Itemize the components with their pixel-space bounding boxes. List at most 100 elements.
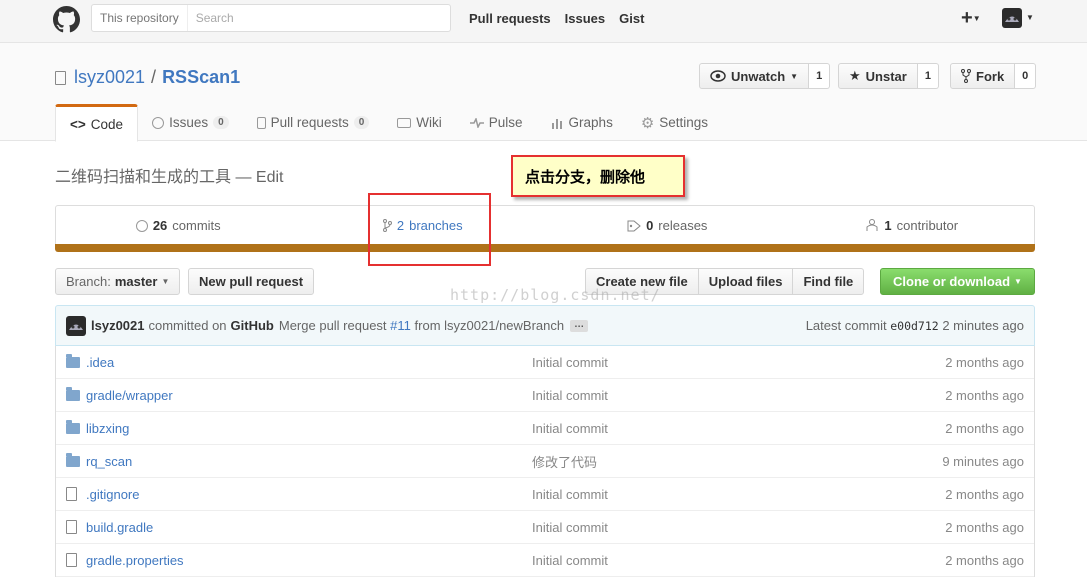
tab-graphs[interactable]: Graphs xyxy=(537,104,627,141)
repo-title: lsyz0021 / RSScan1 xyxy=(55,67,240,88)
user-avatar[interactable] xyxy=(1002,8,1022,28)
table-row: build.gradle Initial commit 2 months ago xyxy=(56,511,1034,544)
issue-icon xyxy=(152,116,165,129)
file-commit-message[interactable]: 修改了代码 xyxy=(532,452,597,471)
repo-icon xyxy=(55,70,66,85)
file-commit-message[interactable]: Initial commit xyxy=(532,421,608,436)
file-commit-age: 2 months ago xyxy=(945,420,1024,436)
committer-name[interactable]: lsyz0021 xyxy=(91,318,145,333)
clone-download-button[interactable]: Clone or download ▼ xyxy=(880,268,1035,295)
pulse-icon xyxy=(469,117,484,128)
nav-gist[interactable]: Gist xyxy=(619,11,644,26)
file-name-link[interactable]: gradle/wrapper xyxy=(86,388,173,403)
find-file-button[interactable]: Find file xyxy=(792,268,865,295)
releases-link[interactable]: 0 releases xyxy=(545,206,790,245)
avatar-image-icon xyxy=(1005,16,1019,22)
file-name-link[interactable]: rq_scan xyxy=(86,454,132,469)
pr-link[interactable]: #11 xyxy=(390,318,411,333)
file-commit-message[interactable]: Initial commit xyxy=(532,487,608,502)
annotation-callout: 点击分支，删除他 xyxy=(511,155,685,197)
file-name-link[interactable]: build.gradle xyxy=(86,520,153,535)
commit-sha-link[interactable]: e00d712 xyxy=(890,319,938,333)
search-input[interactable] xyxy=(195,11,436,25)
file-commit-age: 2 months ago xyxy=(945,519,1024,535)
file-name-link[interactable]: libzxing xyxy=(86,421,129,436)
language-bar[interactable] xyxy=(55,244,1035,252)
description-text: 二维码扫描和生成的工具 xyxy=(55,169,232,186)
file-icon xyxy=(66,487,77,501)
committer-avatar[interactable] xyxy=(66,315,86,336)
watermark: http://blog.csdn.net/ xyxy=(450,286,661,304)
repo-name-link[interactable]: RSScan1 xyxy=(162,67,240,88)
commit-tease: lsyz0021 committed on GitHub Merge pull … xyxy=(55,305,1035,346)
plus-icon: + xyxy=(961,7,973,29)
file-commit-age: 2 months ago xyxy=(945,354,1024,370)
nav-issues[interactable]: Issues xyxy=(565,11,605,26)
edit-description-link[interactable]: Edit xyxy=(256,169,284,186)
tab-wiki[interactable]: Wiki xyxy=(383,104,456,141)
tab-pulse[interactable]: Pulse xyxy=(456,104,537,141)
file-commit-message[interactable]: Initial commit xyxy=(532,388,608,403)
committed-on-label: committed on xyxy=(148,318,227,333)
organization-icon xyxy=(866,219,878,231)
table-row: gradle/wrapper Initial commit 2 months ago xyxy=(56,379,1034,412)
chevron-down-icon: ▼ xyxy=(1014,277,1022,286)
expand-commit-button[interactable]: … xyxy=(570,319,589,332)
avatar-image-icon xyxy=(69,324,83,330)
file-name-link[interactable]: gradle.properties xyxy=(86,553,184,568)
file-name-link[interactable]: .gitignore xyxy=(86,487,139,502)
tab-issues[interactable]: Issues 0 xyxy=(138,104,243,141)
tab-settings[interactable]: ⚙ Settings xyxy=(627,104,722,141)
description-dash: — xyxy=(231,169,256,186)
site-header: This repository Pull requests Issues Gis… xyxy=(0,0,1087,43)
unstar-button[interactable]: ★ Unstar xyxy=(838,63,918,89)
repo-tabs: <> Code Issues 0 Pull requests 0 Wiki Pu… xyxy=(55,104,722,142)
pull-requests-count: 0 xyxy=(353,116,370,129)
chevron-down-icon[interactable]: ▼ xyxy=(1026,13,1034,22)
new-pull-request-button[interactable]: New pull request xyxy=(188,268,315,295)
upload-files-button[interactable]: Upload files xyxy=(697,268,794,295)
file-commit-age: 2 months ago xyxy=(945,486,1024,502)
file-commit-age: 2 months ago xyxy=(945,387,1024,403)
annotation-highlight-box xyxy=(368,193,491,266)
watch-group: Unwatch ▼ 1 xyxy=(699,63,831,89)
tab-pull-requests[interactable]: Pull requests 0 xyxy=(243,104,384,141)
create-new-button[interactable]: +▼ xyxy=(961,7,981,30)
watch-count[interactable]: 1 xyxy=(809,63,831,89)
gear-icon: ⚙ xyxy=(640,114,655,132)
table-row: .idea Initial commit 2 months ago xyxy=(56,346,1034,379)
folder-icon xyxy=(66,419,80,434)
fork-button[interactable]: Fork xyxy=(950,63,1016,89)
file-icon xyxy=(66,553,77,567)
unwatch-button[interactable]: Unwatch ▼ xyxy=(699,63,810,89)
history-icon xyxy=(135,219,148,232)
search-scope-label: This repository xyxy=(92,5,188,31)
commit-message[interactable]: Merge pull request #11 from lsyz0021/new… xyxy=(279,318,564,333)
branch-select-button[interactable]: Branch: master ▼ xyxy=(55,268,181,295)
file-name-link[interactable]: .idea xyxy=(86,355,114,370)
repo-description: 二维码扫描和生成的工具 — Edit xyxy=(55,163,283,187)
fork-group: Fork 0 xyxy=(950,63,1037,89)
path-separator: / xyxy=(151,67,157,87)
table-row: libzxing Initial commit 2 months ago xyxy=(56,412,1034,445)
fork-count[interactable]: 0 xyxy=(1015,63,1037,89)
repo-owner-link[interactable]: lsyz0021 xyxy=(74,67,145,88)
numbers-summary: 26 commits 2 branches 0 releases 1 contribut… xyxy=(55,205,1035,245)
star-group: ★ Unstar 1 xyxy=(838,63,939,89)
file-commit-message[interactable]: Initial commit xyxy=(532,355,608,370)
file-commit-age: 2 months ago xyxy=(945,552,1024,568)
file-commit-message[interactable]: Initial commit xyxy=(532,553,608,568)
search-box[interactable]: This repository xyxy=(91,4,451,32)
contributors-link[interactable]: 1 contributor xyxy=(790,206,1035,245)
latest-commit: Latest commit e00d712 2 minutes ago xyxy=(805,318,1024,333)
nav-pull-requests[interactable]: Pull requests xyxy=(469,11,551,26)
file-commit-message[interactable]: Initial commit xyxy=(532,520,608,535)
github-logo-icon[interactable] xyxy=(53,6,80,33)
folder-icon xyxy=(66,353,80,368)
commits-link[interactable]: 26 commits xyxy=(56,206,301,245)
table-row: rq_scan 修改了代码 9 minutes ago xyxy=(56,445,1034,478)
star-count[interactable]: 1 xyxy=(917,63,939,89)
top-nav: Pull requests Issues Gist xyxy=(469,11,644,26)
table-row: gradle.properties Initial commit 2 months … xyxy=(56,544,1034,577)
tab-code[interactable]: <> Code xyxy=(55,104,139,142)
